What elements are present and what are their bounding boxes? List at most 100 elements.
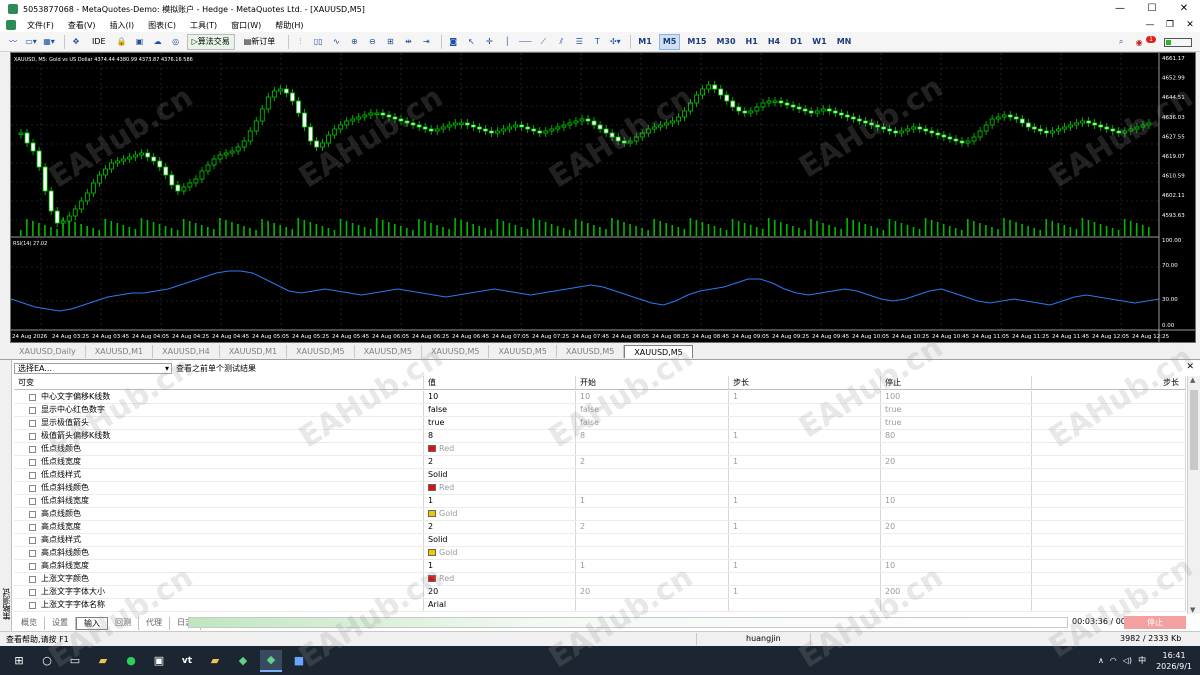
chart-tab[interactable]: XAUUSD,M5 [355,345,422,358]
input-value-cell[interactable]: Solid [424,469,576,481]
chart-tab[interactable]: XAUUSD,H4 [153,345,220,358]
price-chart[interactable]: XAUUSD, M5: Gold vs US Dollar 4374.44 43… [11,53,1195,342]
input-start-cell[interactable]: 2 [576,456,729,468]
timeframe-m30[interactable]: M30 [713,34,738,50]
vt-icon[interactable]: vt [176,650,198,672]
zoom-out-icon[interactable]: ⊖ [365,34,379,50]
color-swatch[interactable] [428,510,436,517]
ea-select-dropdown[interactable]: 选择EA... [14,362,172,374]
volume-icon[interactable]: ◁) [1123,656,1132,665]
auto-scroll-icon[interactable]: ⇹ [401,34,415,50]
input-step-cell[interactable] [729,573,881,585]
chart-tab[interactable]: XAUUSD,M5 [624,345,693,358]
templates-icon[interactable]: ▦▾ [42,34,56,50]
input-name-cell[interactable]: 上涨文字颜色 [14,573,424,585]
chart-tab[interactable]: XAUUSD,M1 [220,345,288,358]
optimize-checkbox[interactable] [29,602,36,609]
menu-help[interactable]: 帮助(H) [268,20,310,31]
bar-chart-icon[interactable]: ⫶ [293,34,307,50]
input-step-cell[interactable] [729,508,881,520]
timeframe-d1[interactable]: D1 [787,34,805,50]
input-step-cell[interactable]: 1 [729,430,881,442]
color-swatch[interactable] [428,549,436,556]
start-icon[interactable]: ⊞ [8,650,30,672]
input-start-cell[interactable]: 10 [576,391,729,403]
optimize-checkbox[interactable] [29,472,36,479]
menu-view[interactable]: 查看(V) [61,20,103,31]
chart-shift-icon[interactable]: ⇥ [419,34,433,50]
input-step-cell[interactable]: 1 [729,586,881,598]
input-name-cell[interactable]: 中心文字偏移K线数 [14,391,424,403]
folder-icon[interactable]: ▰ [204,650,226,672]
timeframe-h4[interactable]: H4 [765,34,783,50]
input-step-cell[interactable]: 1 [729,521,881,533]
input-step2-cell[interactable] [1032,391,1186,403]
timeframe-m1[interactable]: M1 [635,34,655,50]
explorer-icon[interactable]: ▰ [92,650,114,672]
optimize-checkbox[interactable] [29,576,36,583]
maximize-button[interactable]: ☐ [1136,0,1168,18]
tab-agents[interactable]: 代理 [139,616,170,630]
input-name-cell[interactable]: 显示中心红色数字 [14,404,424,416]
input-row[interactable]: 中心文字偏移K线数 10 10 1 100 [14,391,1186,404]
column-header-stop[interactable]: 停止 [881,376,1032,389]
stop-button[interactable]: 停止 [1124,616,1186,629]
tab-inputs[interactable]: 输入 [76,616,108,630]
input-name-cell[interactable]: 上涨文字字体大小 [14,586,424,598]
input-row[interactable]: 显示中心红色数字 false false true [14,404,1186,417]
input-stop-cell[interactable] [881,469,1032,481]
input-step2-cell[interactable] [1032,417,1186,429]
input-value-cell[interactable]: Arial [424,599,576,611]
optimize-checkbox[interactable] [29,498,36,505]
input-name-cell[interactable]: 上涨文字字体名称 [14,599,424,611]
candlestick-icon[interactable]: ▯▯ [311,34,325,50]
ime-indicator[interactable]: 中 [1138,655,1146,666]
menu-window[interactable]: 窗口(W) [224,20,268,31]
input-name-cell[interactable]: 低点斜线宽度 [14,495,424,507]
input-value-cell[interactable]: 1 [424,560,576,572]
input-step-cell[interactable] [729,482,881,494]
input-stop-cell[interactable]: 10 [881,560,1032,572]
input-value-cell[interactable]: 2 [424,521,576,533]
input-step2-cell[interactable] [1032,443,1186,455]
mdi-minimize-button[interactable]: — [1140,18,1160,32]
cloud-icon[interactable]: ☁ [151,34,165,50]
input-step-cell[interactable] [729,404,881,416]
input-row[interactable]: 低点线颜色 Red [14,443,1186,456]
optimize-checkbox[interactable] [29,589,36,596]
input-start-cell[interactable]: false [576,417,729,429]
input-row[interactable]: 上涨文字字体名称 Arial [14,599,1186,612]
input-stop-cell[interactable]: 200 [881,586,1032,598]
optimize-checkbox[interactable] [29,524,36,531]
menu-tools[interactable]: 工具(T) [183,20,224,31]
horizontal-line-icon[interactable]: ⸺ [518,34,532,50]
metaeditor-icon[interactable]: ✥ [69,34,83,50]
ide-button[interactable]: IDE [87,34,111,50]
input-row[interactable]: 高点线样式 Solid [14,534,1186,547]
zoom-in-icon[interactable]: ⊕ [347,34,361,50]
metatrader-active-icon[interactable]: ◆ [260,649,282,672]
navigator-collapsed-strip[interactable] [0,52,10,343]
input-name-cell[interactable]: 低点线颜色 [14,443,424,455]
input-step2-cell[interactable] [1032,560,1186,572]
input-value-cell[interactable]: Gold [424,547,576,559]
input-start-cell[interactable] [576,573,729,585]
input-step-cell[interactable] [729,469,881,481]
input-value-cell[interactable]: Red [424,573,576,585]
optimize-checkbox[interactable] [29,420,36,427]
wechat-icon[interactable]: ● [120,650,142,672]
input-name-cell[interactable]: 显示极值箭头 [14,417,424,429]
input-stop-cell[interactable] [881,443,1032,455]
search-icon[interactable]: ⌕ [1114,34,1128,50]
input-step2-cell[interactable] [1032,547,1186,559]
input-name-cell[interactable]: 低点线样式 [14,469,424,481]
color-swatch[interactable] [428,445,436,452]
color-swatch[interactable] [428,484,436,491]
input-stop-cell[interactable]: 20 [881,521,1032,533]
input-start-cell[interactable] [576,508,729,520]
input-name-cell[interactable]: 高点斜线宽度 [14,560,424,572]
tab-settings[interactable]: 设置 [45,616,76,630]
optimize-checkbox[interactable] [29,550,36,557]
input-step2-cell[interactable] [1032,573,1186,585]
input-stop-cell[interactable] [881,573,1032,585]
